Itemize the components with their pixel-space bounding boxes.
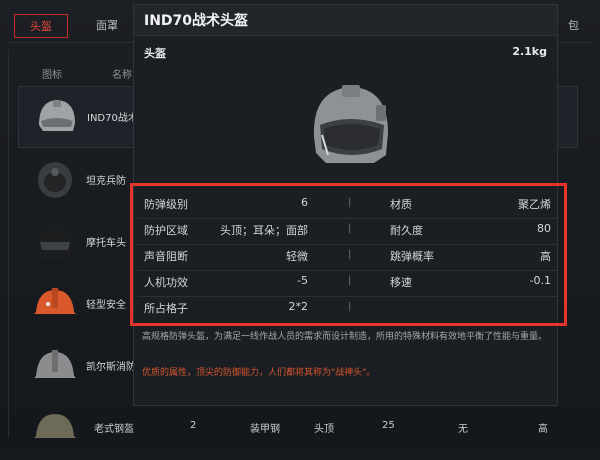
item-material: 装甲钢 — [250, 424, 280, 435]
column-header-name: 名称 — [112, 70, 132, 81]
stat-separator: | — [348, 249, 352, 260]
item-name: 坦克兵防 — [86, 176, 126, 187]
item-category: 头盔 — [144, 47, 166, 60]
stat-row: 防护区域 头顶；耳朵；面部 | 耐久度 80 — [138, 218, 558, 245]
item-name: 轻型安全 — [86, 300, 126, 311]
item-armor-level: 2 — [190, 420, 197, 431]
stat-row: 防弹级别 6 | 材质 聚乙烯 — [138, 192, 558, 219]
item-title: IND70战术头盔 — [144, 13, 249, 29]
helmet-icon — [39, 100, 75, 131]
stat-label: 跳弹概率 — [390, 250, 434, 263]
helmet-icon — [38, 226, 72, 258]
helmet-icon — [34, 288, 76, 314]
stat-value: -0.1 — [529, 274, 551, 287]
item-flavor-text: 优质的属性，顶尖的防御能力，人们都将其称为"战神头"。 — [142, 368, 376, 378]
item-ricochet: 高 — [538, 424, 548, 435]
item-name: IND70战术 — [87, 113, 138, 124]
item-name: 凯尔斯消防 — [86, 362, 136, 373]
stat-row: 人机功效 -5 | 移速 -0.1 — [138, 270, 558, 297]
helmet-preview-icon — [313, 85, 388, 163]
stat-row: 声音阻断 轻微 | 跳弹概率 高 — [138, 244, 558, 271]
stat-separator: | — [348, 223, 352, 234]
helmet-icon — [34, 414, 76, 438]
stat-label: 人机功效 — [144, 276, 188, 289]
item-protection-area: 头顶 — [314, 424, 334, 435]
stat-label: 所占格子 — [144, 302, 188, 315]
item-durability: 25 — [382, 420, 395, 431]
stat-value: 6 — [301, 196, 308, 209]
stat-label: 声音阻断 — [144, 250, 188, 263]
stat-label: 材质 — [390, 198, 412, 211]
tab-mask[interactable]: 面罩 — [88, 14, 126, 38]
column-header-icon: 图标 — [42, 70, 62, 81]
tooltip-header: IND70战术头盔 — [134, 5, 557, 36]
item-description: 高规格防弹头盔，为满足一线作战人员的需求而设计制造，所用的特殊材料有效地平衡了性… — [142, 332, 548, 342]
stat-separator: | — [348, 197, 352, 208]
stat-value: 聚乙烯 — [518, 198, 551, 211]
stat-separator: | — [348, 275, 352, 286]
tab-helmet[interactable]: 头盔 — [14, 14, 68, 38]
tab-bag[interactable]: 包 — [560, 14, 587, 38]
item-sound-block: 无 — [458, 424, 468, 435]
stat-value: 头顶；耳朵；面部 — [220, 224, 308, 237]
stat-value: 轻微 — [286, 250, 308, 263]
helmet-icon — [38, 162, 72, 198]
game-inventory-window: 头盔 面罩 包 图标 名称 IND70战术 坦克兵防 摩托车头 轻型安全 凯尔斯… — [0, 0, 600, 446]
stat-row: 所占格子 2*2 | — [138, 296, 558, 322]
stat-value: 高 — [540, 250, 551, 263]
stat-value: 2*2 — [288, 300, 309, 313]
stat-label: 防护区域 — [144, 224, 188, 237]
list-item[interactable]: 老式钢盔 2 装甲钢 头顶 25 无 高 — [18, 398, 578, 460]
helmet-icon — [34, 350, 76, 378]
stat-value: 80 — [537, 222, 551, 235]
item-detail-tooltip: IND70战术头盔 头盔 2.1kg 防弹级别 6 | 材质 聚乙烯 防护区域 … — [130, 4, 567, 406]
item-name: 摩托车头 — [86, 238, 126, 249]
stat-separator: | — [348, 301, 352, 312]
stat-label: 防弹级别 — [144, 198, 188, 211]
stat-label: 移速 — [390, 276, 412, 289]
item-weight: 2.1kg — [512, 45, 547, 58]
stat-label: 耐久度 — [390, 224, 423, 237]
stat-value: -5 — [297, 274, 308, 287]
item-name: 老式钢盔 — [94, 424, 134, 435]
